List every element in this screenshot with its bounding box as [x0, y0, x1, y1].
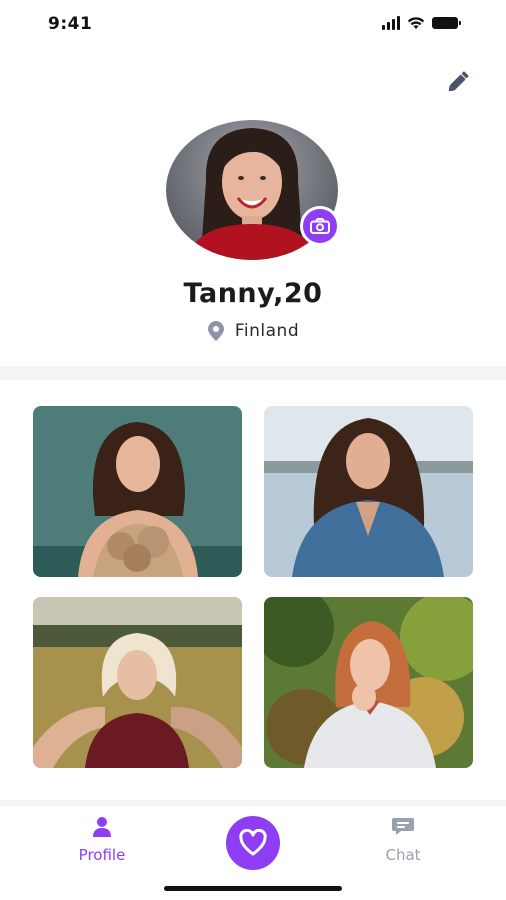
profile-location: Finland — [0, 320, 506, 342]
match-button[interactable] — [226, 816, 280, 870]
gallery-photo[interactable] — [264, 406, 473, 577]
heart-icon — [239, 829, 267, 856]
wifi-icon — [407, 17, 425, 29]
photo-gallery — [0, 380, 506, 800]
location-text: Finland — [234, 321, 300, 341]
home-indicator — [164, 886, 342, 891]
person-icon — [93, 817, 111, 837]
status-bar: 9:41 — [0, 0, 506, 48]
tab-chat[interactable]: Chat — [353, 816, 453, 864]
camera-icon — [310, 218, 330, 234]
status-icons — [382, 16, 461, 30]
chat-bubble-icon — [392, 818, 414, 835]
avatar-container — [166, 120, 340, 260]
pencil-icon — [448, 71, 469, 92]
gallery-photo[interactable] — [33, 406, 242, 577]
tab-chat-label: Chat — [385, 846, 421, 864]
profile-header: Tanny,20 Finland — [0, 48, 506, 366]
gallery-photo[interactable] — [264, 597, 473, 768]
battery-icon — [432, 17, 461, 29]
profile-name: Tanny,20 — [183, 278, 323, 309]
status-time: 9:41 — [48, 14, 93, 34]
location-pin-icon — [207, 321, 224, 341]
tab-profile[interactable]: Profile — [52, 816, 152, 864]
signal-icon — [382, 16, 400, 30]
gallery-photo[interactable] — [33, 597, 242, 768]
edit-profile-button[interactable] — [446, 68, 472, 94]
tab-profile-label: Profile — [78, 846, 126, 864]
bottom-tab-bar: Profile Chat — [0, 806, 506, 900]
change-photo-button[interactable] — [300, 206, 340, 246]
